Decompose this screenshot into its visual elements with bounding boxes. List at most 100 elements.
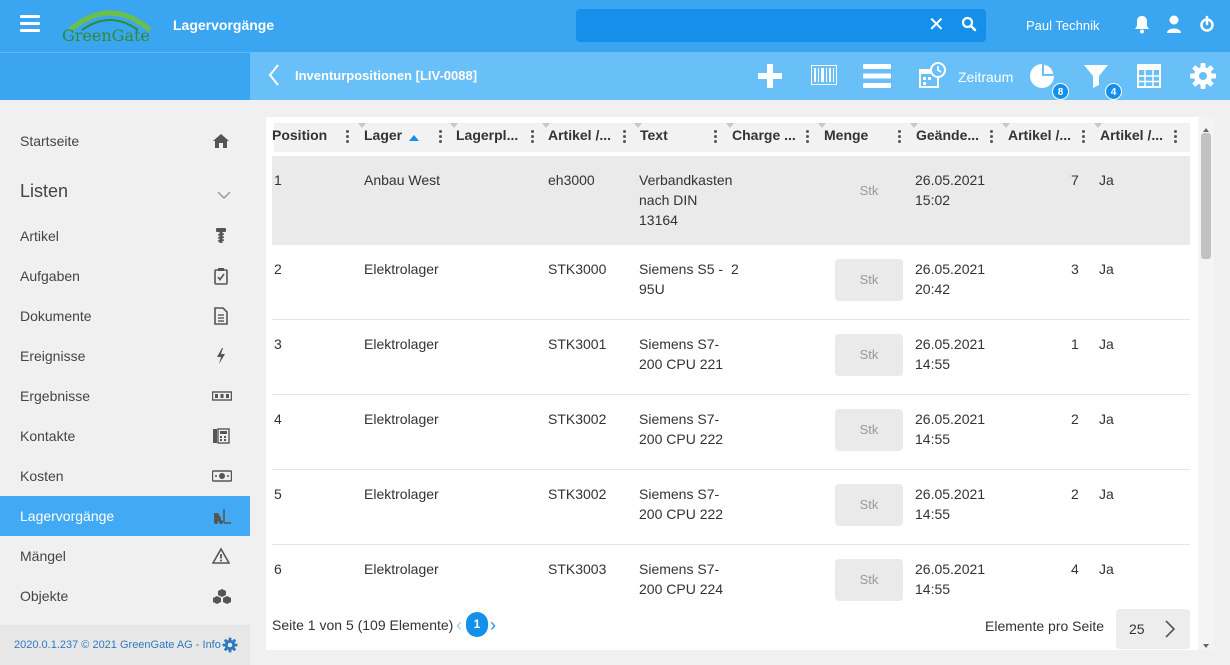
table-row[interactable]: 5 Elektrolager STK3002 Siemens S7- 200 CP… (272, 470, 1190, 545)
per-page-label: Elemente pro Seite (985, 618, 1105, 634)
current-page-button[interactable]: 1 (466, 612, 488, 637)
sidebar-item-ergebnisse[interactable]: Ergebnisse (0, 376, 250, 416)
column-menu-icon[interactable] (1082, 130, 1086, 145)
version-info[interactable]: 2020.0.1.237 © 2021 GreenGate AG - Info (14, 639, 221, 651)
column-header-artikel-2[interactable]: Artikel /... (1008, 127, 1071, 143)
sidebar-item-artikel[interactable]: Artikel (0, 216, 250, 256)
add-icon[interactable] (757, 63, 783, 92)
column-header-menge[interactable]: Menge (824, 127, 868, 143)
sidebar-item-kosten[interactable]: Kosten (0, 456, 250, 496)
cell-count: 2 (1071, 411, 1079, 427)
column-header-text[interactable]: Text (640, 127, 668, 143)
barcode-icon[interactable] (811, 65, 837, 88)
unit-button[interactable]: Stk (835, 409, 903, 451)
scrollbar[interactable] (1198, 117, 1214, 650)
search-input[interactable] (584, 15, 914, 37)
user-icon[interactable] (1166, 14, 1182, 37)
sidebar-item-lagervorgaenge[interactable]: Lagervorgänge (0, 496, 250, 536)
table-row[interactable]: 3 Elektrolager STK3001 Siemens S7- 200 CP… (272, 320, 1190, 395)
cell-date: 26.05.2021 14:55 (915, 486, 986, 522)
table-row[interactable]: 4 Elektrolager STK3002 Siemens S7- 200 CP… (272, 395, 1190, 470)
cell-count: 2 (1071, 486, 1079, 502)
table-view-icon[interactable] (1137, 64, 1161, 91)
bell-icon[interactable] (1133, 14, 1151, 37)
column-menu-icon[interactable] (714, 130, 718, 145)
logo: GreenGate (60, 4, 160, 48)
column-header-artikel[interactable]: Artikel /... (548, 127, 611, 143)
list-icon[interactable] (863, 62, 891, 93)
sidebar-item-dokumente[interactable]: Dokumente (0, 296, 250, 336)
search-icon[interactable] (961, 16, 977, 35)
column-menu-icon[interactable] (990, 130, 994, 145)
sidebar-item-label: Objekte (20, 588, 69, 604)
column-menu-icon[interactable] (806, 130, 810, 145)
sidebar-item-startseite[interactable]: Startseite (0, 121, 250, 161)
prev-page-icon[interactable]: ‹ (456, 615, 462, 636)
username[interactable]: Paul Technik (1026, 18, 1099, 33)
back-arrow-icon[interactable] (268, 62, 280, 91)
chevron-right-icon[interactable] (1164, 619, 1176, 642)
sidebar-item-kontakte[interactable]: Kontakte (0, 416, 250, 456)
zeitraum-label[interactable]: Zeitraum (958, 69, 1013, 85)
power-icon[interactable] (1199, 14, 1215, 37)
cell-text: Siemens S7- 200 CPU 224 (639, 561, 724, 597)
footer: 2020.0.1.237 © 2021 GreenGate AG - Info (0, 625, 250, 665)
scroll-thumb[interactable] (1201, 133, 1211, 259)
table-row[interactable]: 2 Elektrolager STK3000 Siemens S5 -95U 2… (272, 245, 1190, 320)
cell-text: Siemens S7- 200 CPU 222 (639, 486, 724, 522)
cell-text: Siemens S7- 200 CPU 222 (639, 411, 724, 447)
column-header-artikel-3[interactable]: Artikel /... (1100, 127, 1163, 143)
table-row[interactable]: 1 Anbau West eh3000 Verbandkasten nach DI… (272, 156, 1190, 245)
unit-button[interactable]: Stk (835, 259, 903, 301)
phone-book-icon (212, 427, 230, 445)
table-row[interactable]: 6 Elektrolager STK3003 Siemens S7- 200 CP… (272, 545, 1190, 607)
sidebar-item-maengel[interactable]: Mängel (0, 536, 250, 576)
column-header-position[interactable]: Position (272, 127, 327, 143)
column-header-geaendert[interactable]: Geände... (916, 127, 979, 143)
cell-position: 1 (274, 172, 282, 188)
cell-date: 26.05.2021 14:55 (915, 336, 986, 372)
column-header-charge[interactable]: Charge ... (732, 127, 796, 143)
lightning-icon (212, 347, 230, 365)
home-icon (212, 132, 230, 150)
calendar-clock-icon[interactable] (919, 62, 947, 93)
unit-button[interactable]: Stk (835, 170, 903, 212)
column-menu-icon[interactable] (1174, 130, 1178, 145)
column-header-lagerplatz[interactable]: Lagerpl... (456, 127, 518, 143)
counter-icon (211, 387, 233, 405)
cell-count: 3 (1071, 261, 1079, 277)
column-menu-icon[interactable] (346, 130, 350, 145)
cell-artikel: STK3001 (548, 336, 607, 352)
cell-position: 2 (274, 261, 282, 277)
next-page-icon[interactable]: › (490, 615, 496, 636)
chevron-down-icon[interactable] (217, 186, 231, 202)
column-menu-icon[interactable] (623, 130, 627, 145)
settings-gear-icon[interactable] (1189, 62, 1217, 93)
hamburger-menu-icon[interactable] (20, 15, 40, 33)
table-header: Position Lager Lagerpl... Artikel /... T… (272, 123, 1190, 152)
unit-button[interactable]: Stk (835, 334, 903, 376)
column-header-lager[interactable]: Lager (364, 127, 402, 143)
clipboard-check-icon (212, 267, 230, 285)
column-menu-icon[interactable] (439, 130, 443, 145)
scroll-down-arrow-icon[interactable] (1202, 636, 1210, 652)
column-menu-icon[interactable] (531, 130, 535, 145)
settings-gear-icon[interactable] (222, 637, 238, 656)
sidebar-item-label: Lagervorgänge (20, 508, 115, 524)
sidebar-item-ereignisse[interactable]: Ereignisse (0, 336, 250, 376)
column-menu-icon[interactable] (898, 130, 902, 145)
clear-search-icon[interactable]: ✕ (928, 14, 945, 36)
sidebar-item-label: Aufgaben (20, 268, 80, 284)
sidebar-item-aufgaben[interactable]: Aufgaben (0, 256, 250, 296)
unit-button[interactable]: Stk (835, 559, 903, 601)
sort-ascending-icon[interactable] (408, 129, 420, 145)
sidebar-item-label: Startseite (20, 133, 80, 149)
table-panel: Position Lager Lagerpl... Artikel /... T… (266, 117, 1214, 650)
sidebar-item-objekte[interactable]: Objekte (0, 576, 250, 616)
cell-text: Verbandkasten nach DIN 13164 (639, 172, 733, 228)
pagination: Seite 1 von 5 (109 Elemente) ‹ 1 › Eleme… (272, 609, 1190, 649)
per-page-select[interactable]: 25 (1116, 609, 1190, 649)
cubes-icon (212, 587, 231, 605)
unit-button[interactable]: Stk (835, 484, 903, 526)
cell-artikel: STK3002 (548, 411, 607, 427)
